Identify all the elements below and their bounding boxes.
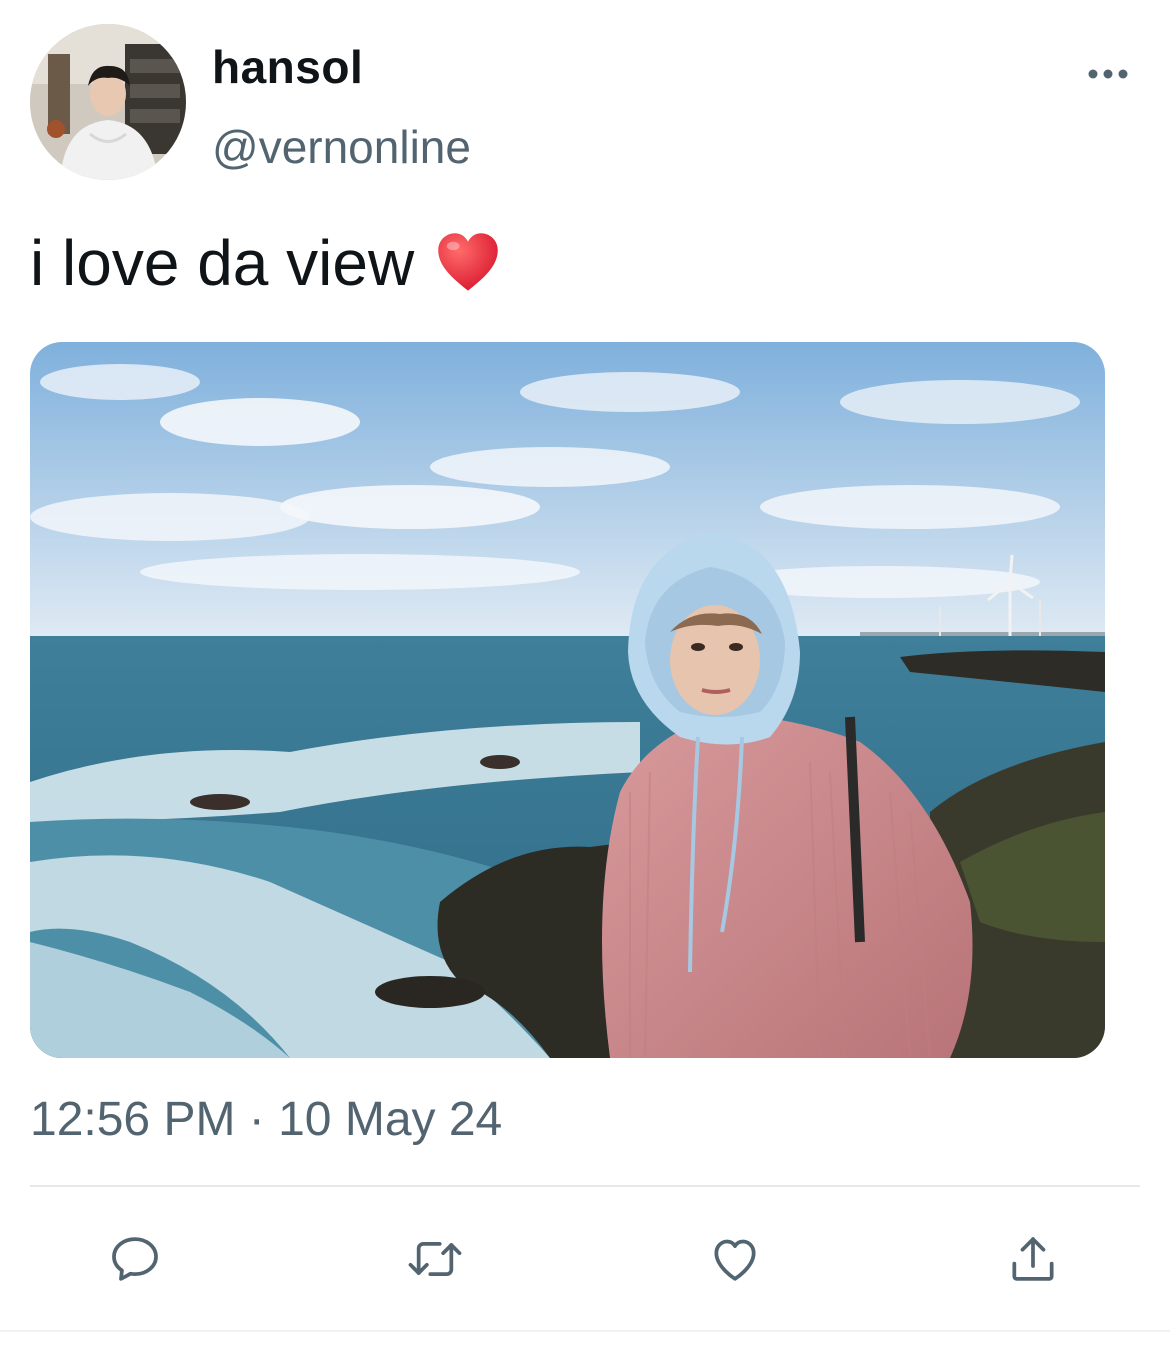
share-button[interactable] [1002, 1228, 1064, 1290]
like-button[interactable] [704, 1228, 766, 1290]
divider [30, 1185, 1140, 1187]
more-options-button[interactable] [1078, 54, 1138, 94]
more-horizontal-icon [1088, 69, 1128, 79]
tweet-photo[interactable] [30, 342, 1105, 1058]
display-name[interactable]: hansol [212, 40, 363, 94]
avatar-photo [30, 24, 186, 180]
reply-button[interactable] [104, 1228, 166, 1290]
tweet-timestamp[interactable]: 12:56 PM · 10 May 24 [30, 1092, 502, 1147]
red-heart-emoji-icon [438, 233, 498, 291]
tweet-text: i love da view [30, 227, 415, 299]
retweet-icon [408, 1241, 462, 1277]
avatar[interactable] [30, 24, 186, 180]
share-icon [1012, 1237, 1054, 1281]
user-handle[interactable]: @vernonline [212, 120, 471, 174]
retweet-button[interactable] [404, 1228, 466, 1290]
tweet-text-container: i love da view [30, 226, 502, 300]
like-icon [714, 1239, 756, 1281]
bottom-divider [0, 1330, 1170, 1332]
seaside-photo [30, 342, 1105, 1058]
reply-icon [112, 1237, 158, 1281]
